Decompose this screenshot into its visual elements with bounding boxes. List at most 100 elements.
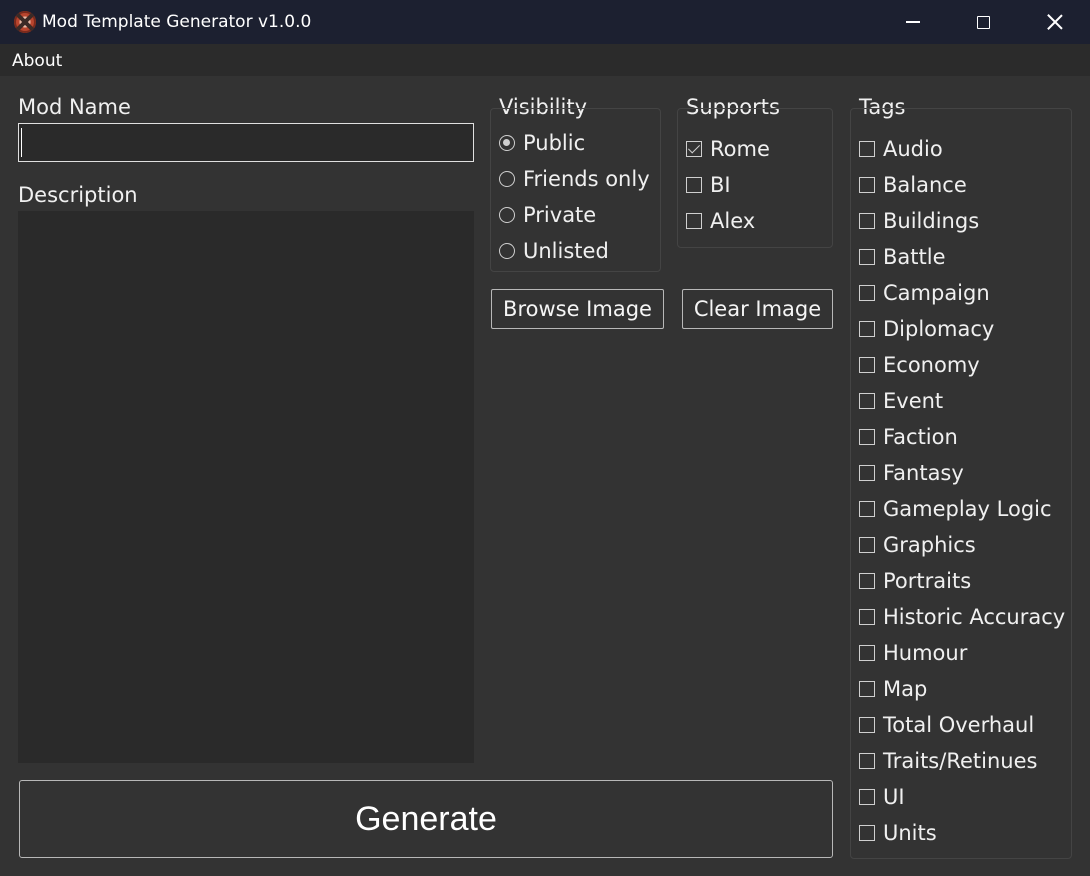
maximize-icon <box>976 15 990 29</box>
tag-option[interactable]: Total Overhaul <box>859 713 1034 737</box>
minimize-icon <box>906 21 920 23</box>
tag-option[interactable]: Buildings <box>859 209 979 233</box>
tag-option[interactable]: Fantasy <box>859 461 964 485</box>
clear-image-button[interactable]: Clear Image <box>682 289 833 329</box>
visibility-option-private[interactable]: Private <box>499 203 596 227</box>
tag-label: Campaign <box>883 281 990 305</box>
checkbox[interactable] <box>859 753 875 769</box>
tag-label: Economy <box>883 353 980 377</box>
mod-name-label: Mod Name <box>18 95 131 119</box>
checkbox[interactable] <box>686 141 702 157</box>
option-label: Private <box>523 203 597 227</box>
option-label: Friends only <box>523 167 650 191</box>
option-label: Unlisted <box>523 239 609 263</box>
tag-label: UI <box>883 785 905 809</box>
tag-option[interactable]: Faction <box>859 425 958 449</box>
text-caret <box>21 128 22 157</box>
checkbox[interactable] <box>859 429 875 445</box>
tag-label: Units <box>883 821 937 845</box>
tag-label: Historic Accuracy <box>883 605 1066 629</box>
tag-label: Audio <box>883 137 943 161</box>
tag-option[interactable]: Battle <box>859 245 946 269</box>
tag-label: Portraits <box>883 569 972 593</box>
tag-option[interactable]: Units <box>859 821 937 845</box>
tag-option[interactable]: Audio <box>859 137 943 161</box>
tag-label: Humour <box>883 641 968 665</box>
checkbox[interactable] <box>859 213 875 229</box>
radio-button[interactable] <box>499 207 515 223</box>
visibility-option-friends-only[interactable]: Friends only <box>499 167 650 191</box>
supports-option-bi[interactable]: BI <box>686 173 731 197</box>
supports-option-alex[interactable]: Alex <box>686 209 755 233</box>
tag-option[interactable]: Balance <box>859 173 967 197</box>
tag-option[interactable]: Portraits <box>859 569 971 593</box>
checkbox[interactable] <box>859 249 875 265</box>
option-label: Alex <box>710 209 756 233</box>
radio-button[interactable] <box>499 171 515 187</box>
tag-option[interactable]: UI <box>859 785 905 809</box>
visibility-option-unlisted[interactable]: Unlisted <box>499 239 609 263</box>
checkbox[interactable] <box>686 177 702 193</box>
radio-button[interactable] <box>499 135 515 151</box>
app-icon <box>14 11 36 33</box>
checkbox[interactable] <box>859 465 875 481</box>
checkbox[interactable] <box>859 141 875 157</box>
tag-label: Gameplay Logic <box>883 497 1052 521</box>
tag-label: Buildings <box>883 209 980 233</box>
checkbox[interactable] <box>859 393 875 409</box>
supports-option-rome[interactable]: Rome <box>686 137 770 161</box>
tag-label: Battle <box>883 245 946 269</box>
maximize-button[interactable] <box>948 0 1018 44</box>
tag-option[interactable]: Event <box>859 389 943 413</box>
description-label: Description <box>18 183 138 207</box>
checkbox[interactable] <box>859 609 875 625</box>
description-textarea[interactable] <box>18 211 474 763</box>
checkbox[interactable] <box>686 213 702 229</box>
checkbox[interactable] <box>859 573 875 589</box>
option-label: Rome <box>710 137 770 161</box>
tag-option[interactable]: Gameplay Logic <box>859 497 1052 521</box>
radio-button[interactable] <box>499 243 515 259</box>
checkbox[interactable] <box>859 321 875 337</box>
close-icon <box>1047 14 1063 30</box>
tag-label: Fantasy <box>883 461 964 485</box>
tag-label: Map <box>883 677 928 701</box>
checkbox[interactable] <box>859 789 875 805</box>
menu-bar: About <box>0 44 1090 76</box>
checkbox[interactable] <box>859 501 875 517</box>
checkbox[interactable] <box>859 717 875 733</box>
checkbox[interactable] <box>859 537 875 553</box>
checkbox[interactable] <box>859 825 875 841</box>
tag-option[interactable]: Diplomacy <box>859 317 994 341</box>
option-label: Public <box>523 131 586 155</box>
menu-about[interactable]: About <box>12 51 62 71</box>
tag-option[interactable]: Humour <box>859 641 967 665</box>
tag-label: Total Overhaul <box>883 713 1035 737</box>
tag-label: Graphics <box>883 533 976 557</box>
tag-label: Traits/Retinues <box>883 749 1038 773</box>
browse-image-button[interactable]: Browse Image <box>491 289 664 329</box>
tag-option[interactable]: Economy <box>859 353 980 377</box>
minimize-button[interactable] <box>878 0 948 44</box>
tag-option[interactable]: Campaign <box>859 281 990 305</box>
visibility-option-public[interactable]: Public <box>499 131 585 155</box>
tag-option[interactable]: Graphics <box>859 533 976 557</box>
generate-button[interactable]: Generate <box>19 780 833 858</box>
title-bar[interactable]: Mod Template Generator v1.0.0 <box>0 0 1090 44</box>
tag-label: Balance <box>883 173 967 197</box>
tag-label: Faction <box>883 425 958 449</box>
tag-label: Event <box>883 389 944 413</box>
checkbox[interactable] <box>859 645 875 661</box>
option-label: BI <box>710 173 731 197</box>
checkbox[interactable] <box>859 681 875 697</box>
checkbox[interactable] <box>859 177 875 193</box>
mod-name-input[interactable] <box>18 123 474 162</box>
tag-option[interactable]: Map <box>859 677 927 701</box>
close-button[interactable] <box>1020 0 1090 44</box>
checkbox[interactable] <box>859 285 875 301</box>
tag-option[interactable]: Traits/Retinues <box>859 749 1037 773</box>
checkbox[interactable] <box>859 357 875 373</box>
window-title: Mod Template Generator v1.0.0 <box>42 12 312 32</box>
tag-label: Diplomacy <box>883 317 995 341</box>
tag-option[interactable]: Historic Accuracy <box>859 605 1065 629</box>
